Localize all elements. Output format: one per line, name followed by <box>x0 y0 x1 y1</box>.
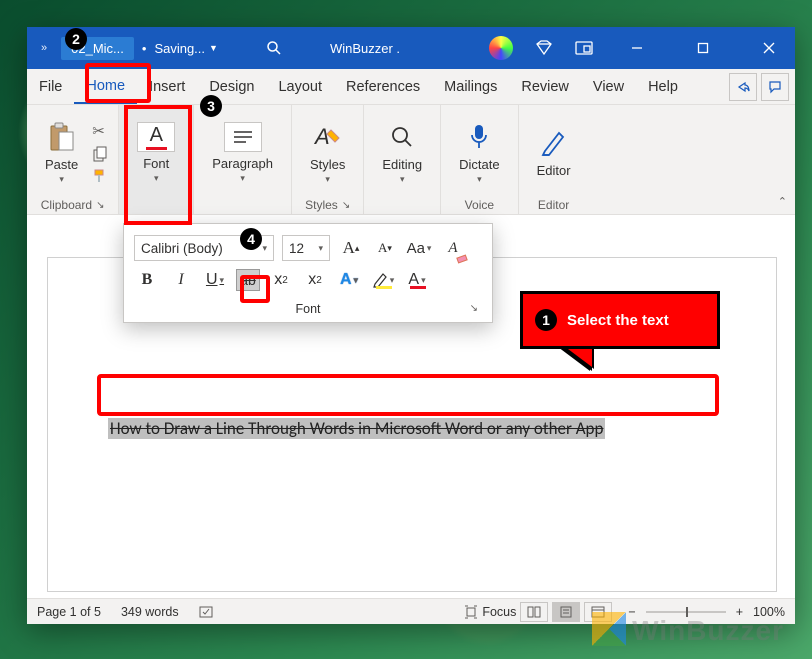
step-marker-2: 2 <box>65 28 87 50</box>
winbuzzer-logo-icon <box>592 612 626 646</box>
bold-button[interactable]: B <box>134 267 160 293</box>
qat-overflow-icon[interactable]: » <box>35 42 53 54</box>
group-styles: A Styles ▾ Styles ↘ <box>292 105 364 214</box>
highlight-button[interactable]: ▾ <box>370 267 396 293</box>
chevron-down-icon: ▾ <box>59 174 64 185</box>
spellcheck-icon[interactable] <box>199 605 215 619</box>
chevron-down-icon: ▾ <box>325 174 330 185</box>
maximize-button[interactable] <box>681 27 725 69</box>
font-color-button[interactable]: A▾ <box>404 267 430 293</box>
styles-icon: A <box>312 121 344 153</box>
chevron-down-icon: ▾ <box>421 275 426 286</box>
tab-file[interactable]: File <box>27 71 74 103</box>
callout-select-text: 1 Select the text <box>520 291 720 349</box>
cut-icon[interactable]: ✂ <box>92 122 108 140</box>
paste-button[interactable]: Paste ▾ <box>37 117 86 189</box>
comments-button[interactable] <box>761 73 789 101</box>
group-label-clipboard: Clipboard <box>41 198 92 212</box>
group-editing: Editing ▾ <box>364 105 441 214</box>
eraser-icon <box>456 254 467 263</box>
tab-mailings[interactable]: Mailings <box>432 71 509 103</box>
search-icon <box>386 121 418 153</box>
group-editor: Editor Editor <box>519 105 589 214</box>
launcher-icon[interactable]: ↘ <box>342 200 350 211</box>
group-label-voice: Voice <box>465 198 494 212</box>
chevron-down-icon: ▾ <box>262 243 267 254</box>
print-layout-button[interactable] <box>552 602 580 622</box>
clear-formatting-button[interactable]: A <box>440 235 466 261</box>
save-dot: • <box>142 41 147 56</box>
chevron-down-icon: ▾ <box>427 243 432 254</box>
microphone-icon <box>463 121 495 153</box>
dictate-button[interactable]: Dictate ▾ <box>451 117 507 189</box>
annotation-font-group <box>124 105 192 225</box>
font-group-label: Font <box>295 302 320 316</box>
launcher-icon[interactable]: ↘ <box>470 303 478 314</box>
chevron-down-icon: ▾ <box>390 275 395 286</box>
group-clipboard: Paste ▾ ✂ Clipboard ↘ <box>27 105 119 214</box>
search-icon[interactable] <box>266 40 282 56</box>
app-name: WinBuzzer . <box>330 41 400 56</box>
chevron-down-icon: ▾ <box>477 174 482 185</box>
focus-button[interactable]: Focus <box>464 605 516 619</box>
tab-review[interactable]: Review <box>509 71 581 103</box>
selected-text[interactable]: How to Draw a Line Through Words in Micr… <box>108 418 605 439</box>
annotation-selected-text <box>97 374 719 416</box>
subscript-button[interactable]: x2 <box>268 267 294 293</box>
close-button[interactable] <box>747 27 791 69</box>
step-marker-4: 4 <box>240 228 262 250</box>
paragraph-icon <box>224 122 262 152</box>
tab-references[interactable]: References <box>334 71 432 103</box>
launcher-icon[interactable]: ↘ <box>96 200 104 211</box>
superscript-button[interactable]: x2 <box>302 267 328 293</box>
editor-button[interactable]: Editor <box>529 123 579 182</box>
group-label-styles: Styles <box>305 198 338 212</box>
group-voice: Dictate ▾ Voice <box>441 105 518 214</box>
chevron-down-icon: ▾ <box>240 173 245 184</box>
share-button[interactable] <box>729 73 757 101</box>
step-marker-1: 1 <box>535 309 557 331</box>
group-label-editor: Editor <box>538 198 569 212</box>
save-status[interactable]: Saving... ▼ <box>154 41 218 56</box>
chevron-down-icon: ▾ <box>354 275 359 286</box>
chevron-down-icon: ▾ <box>318 243 323 254</box>
increase-font-button[interactable]: A▴ <box>338 235 364 261</box>
editing-button[interactable]: Editing ▾ <box>374 117 430 189</box>
styles-button[interactable]: A Styles ▾ <box>302 117 353 189</box>
paste-icon <box>46 121 78 153</box>
collapse-ribbon-icon[interactable]: ⌃ <box>778 195 787 208</box>
read-mode-button[interactable] <box>520 602 548 622</box>
step-marker-3: 3 <box>200 95 222 117</box>
font-size-select[interactable]: 12▾ <box>282 235 330 261</box>
copy-icon[interactable] <box>92 146 108 162</box>
tab-layout[interactable]: Layout <box>266 71 334 103</box>
decrease-font-button[interactable]: A▾ <box>372 235 398 261</box>
paragraph-button[interactable]: Paragraph ▾ <box>204 118 281 188</box>
account-avatar[interactable] <box>489 36 513 60</box>
chevron-down-icon: ▼ <box>209 43 218 53</box>
change-case-button[interactable]: Aa▾ <box>406 235 432 261</box>
chevron-down-icon: ▾ <box>400 174 405 185</box>
minimize-button[interactable] <box>615 27 659 69</box>
tab-view[interactable]: View <box>581 71 636 103</box>
svg-text:A: A <box>313 124 330 149</box>
chevron-down-icon: ▾ <box>220 275 225 286</box>
tab-help[interactable]: Help <box>636 71 690 103</box>
page-indicator[interactable]: Page 1 of 5 <box>37 605 101 619</box>
text-effects-button[interactable]: A▾ <box>336 267 362 293</box>
watermark: WinBuzzer <box>592 612 784 647</box>
editor-icon <box>538 127 570 159</box>
font-dropdown-panel: Calibri (Body)▾ 12▾ A▴ A▾ Aa▾ A B I U▾ a… <box>123 223 493 323</box>
format-painter-icon[interactable] <box>92 168 108 184</box>
annotation-home-tab <box>85 63 151 103</box>
annotation-strikethrough <box>240 275 270 303</box>
diamond-icon[interactable] <box>535 39 553 57</box>
underline-button[interactable]: U▾ <box>202 267 228 293</box>
ribbon-mode-icon[interactable] <box>575 41 593 55</box>
group-paragraph: Paragraph ▾ <box>194 105 292 214</box>
italic-button[interactable]: I <box>168 267 194 293</box>
callout-text: Select the text <box>567 312 669 329</box>
word-count[interactable]: 349 words <box>121 605 179 619</box>
